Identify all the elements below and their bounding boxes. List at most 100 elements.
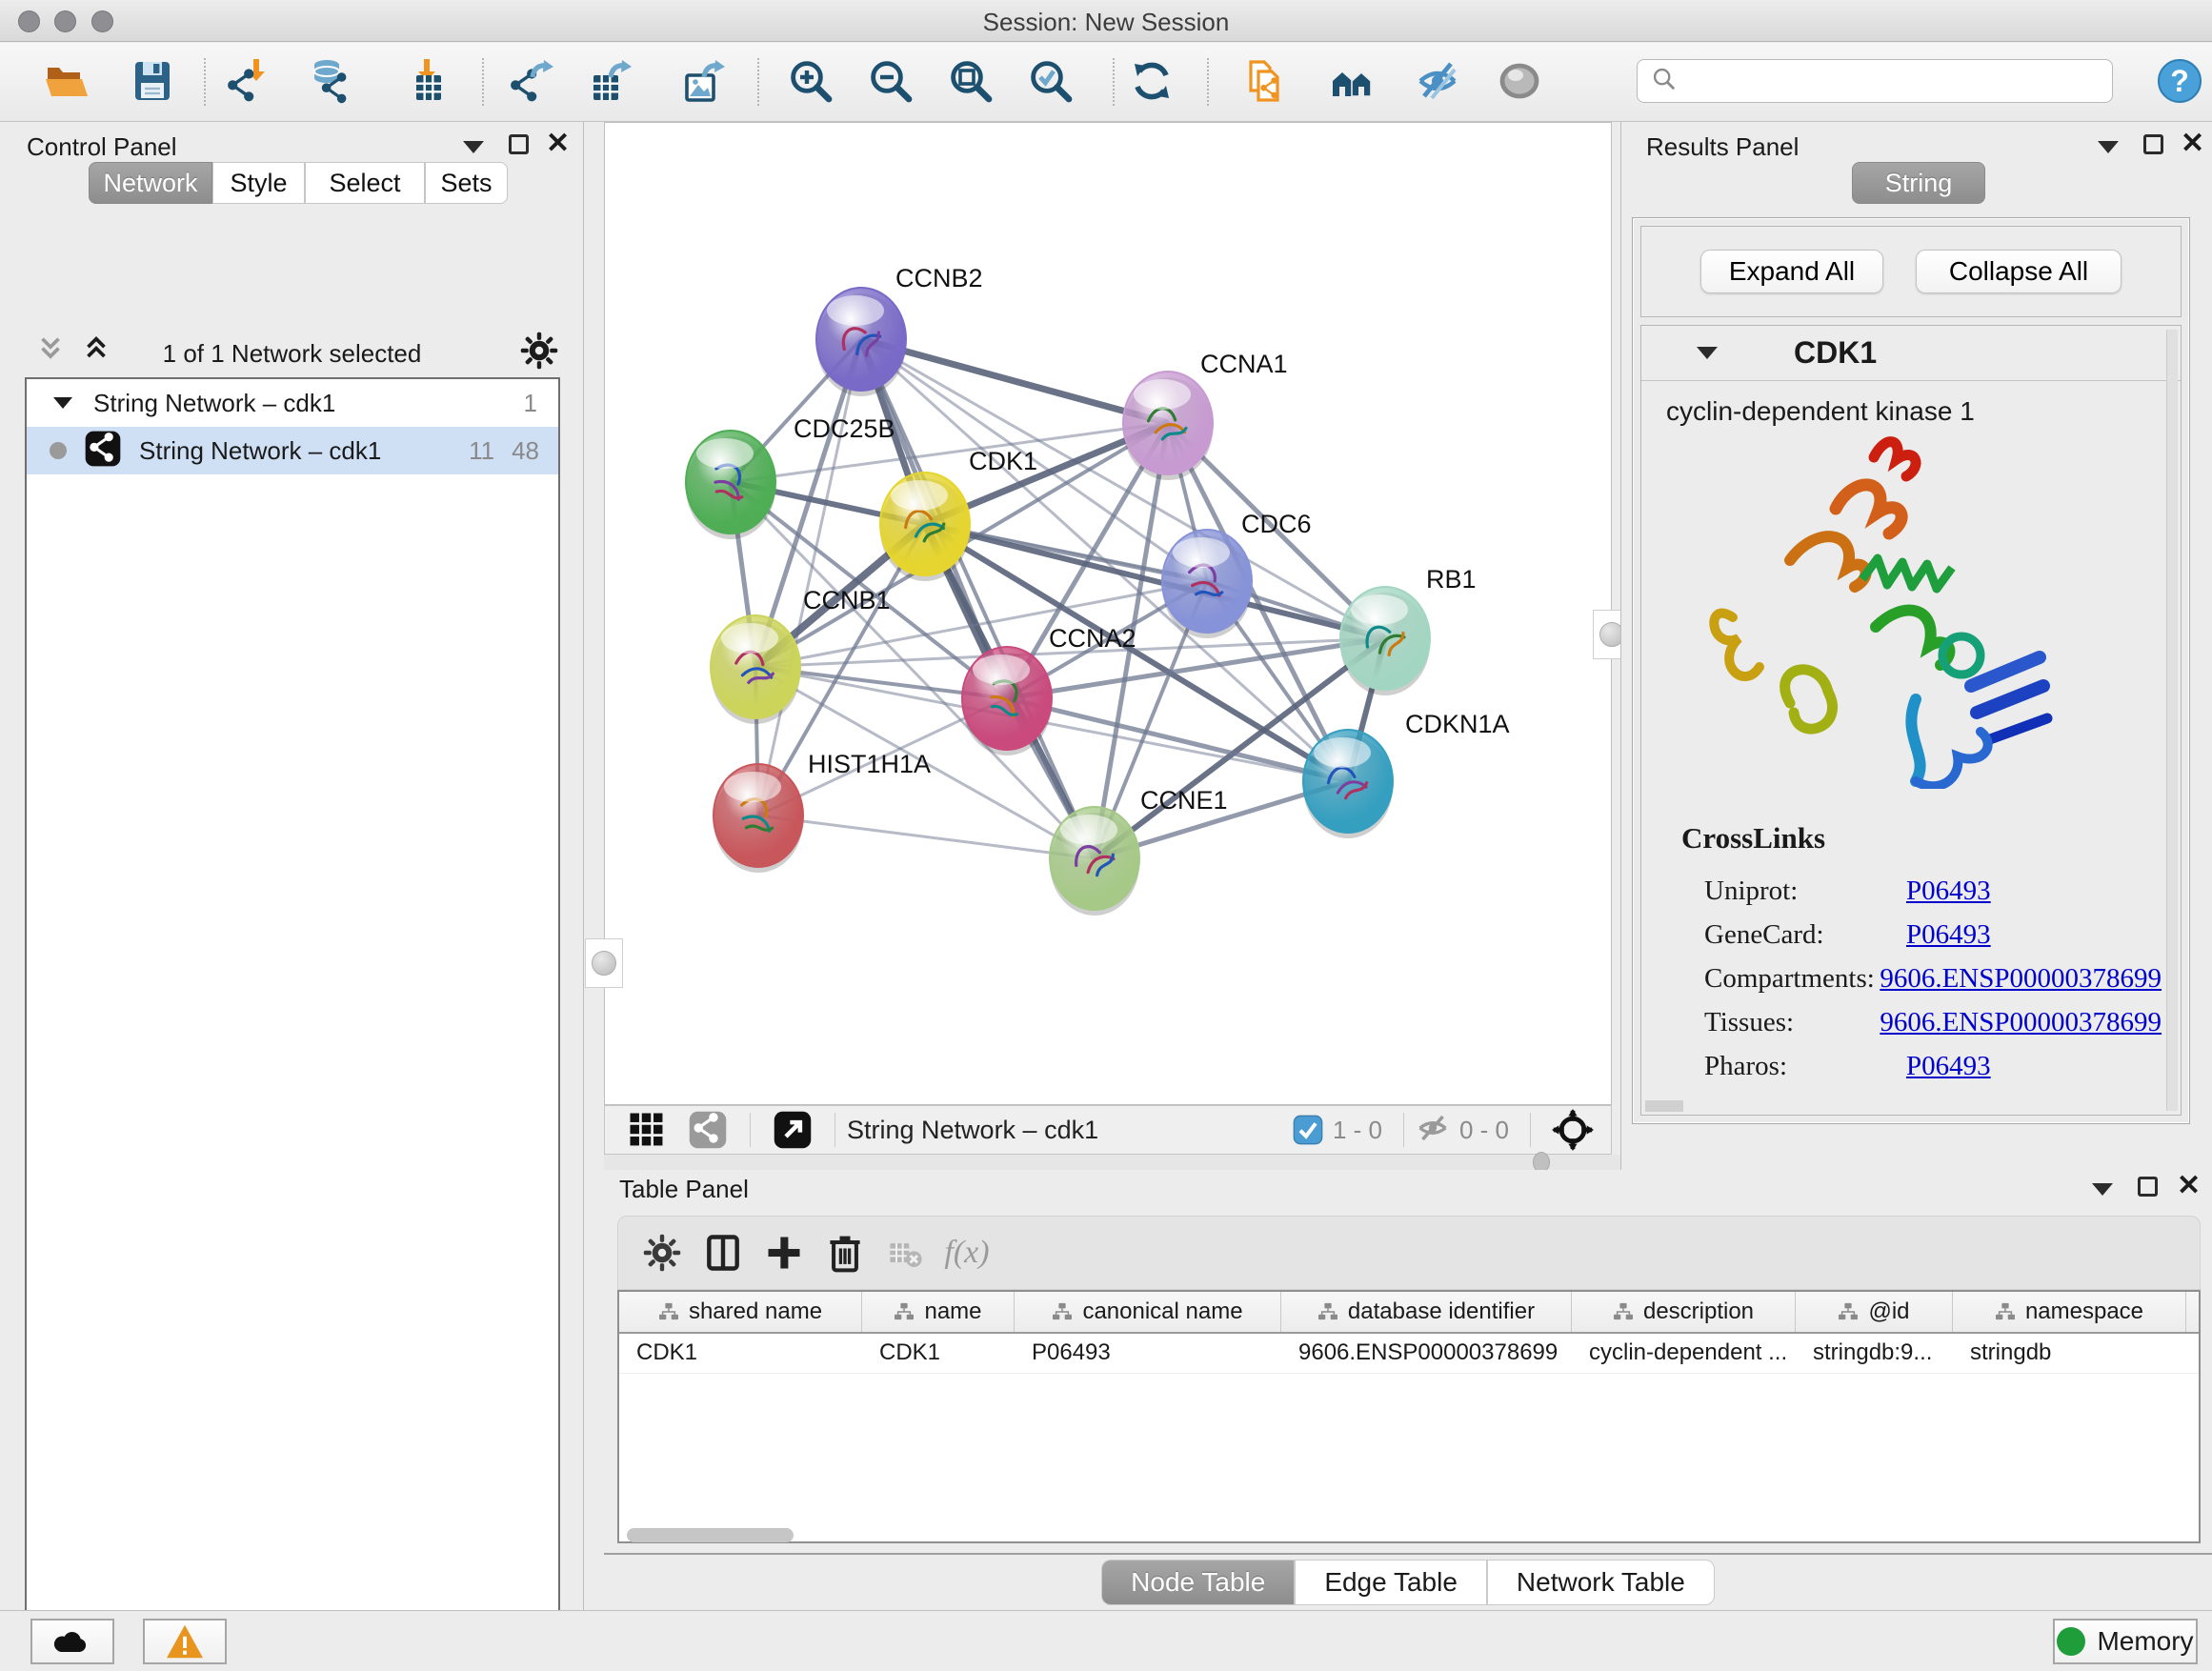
column-header-canonicalname[interactable]: canonical name [1015, 1292, 1281, 1332]
string-home-icon[interactable] [1327, 56, 1377, 106]
network-edge[interactable] [758, 815, 1095, 858]
network-node-cdc6[interactable]: CDC6 [1162, 510, 1312, 638]
show-columns-icon[interactable] [693, 1226, 754, 1279]
control-panel-float-icon[interactable] [509, 134, 529, 159]
network-row-label: String Network – cdk1 [139, 436, 452, 466]
control-panel-close-icon[interactable]: ✕ [546, 133, 570, 157]
column-header-sharedname[interactable]: shared name [619, 1292, 862, 1332]
crosslink-value-link[interactable]: 9606.ENSP00000378699 [1880, 1007, 2162, 1038]
crosslink-value-link[interactable]: P06493 [1906, 1051, 1991, 1082]
first-neighbors-icon[interactable] [1241, 56, 1291, 106]
table-cell[interactable]: 9606.ENSP00000378699 [1281, 1334, 1572, 1373]
results-horizontal-scrollbar[interactable] [1645, 1100, 1683, 1112]
table-panel-float-icon[interactable] [2138, 1177, 2158, 1201]
gene-symbol: CDK1 [1794, 335, 1877, 371]
network-overview-icon[interactable] [677, 1103, 738, 1157]
crosslink-value-link[interactable]: P06493 [1906, 876, 1991, 907]
table-horizontal-scrollbar[interactable] [627, 1528, 794, 1542]
import-network-file-icon[interactable] [225, 56, 274, 106]
tab-string[interactable]: String [1852, 162, 1985, 204]
cloud-status-button[interactable] [30, 1619, 114, 1664]
tab-network-table[interactable]: Network Table [1487, 1560, 1715, 1605]
network-node-ccnb1[interactable]: CCNB1 [711, 586, 891, 724]
table-cell[interactable]: stringdb [1953, 1334, 2186, 1373]
gene-collapse-icon[interactable] [1697, 347, 1718, 359]
results-panel-close-icon[interactable]: ✕ [2181, 133, 2204, 157]
gene-section-header[interactable]: CDK1 [1641, 326, 2181, 381]
control-panel-collapse-icon[interactable] [463, 141, 484, 158]
import-network-database-icon[interactable] [308, 56, 357, 106]
zoom-fit-icon[interactable] [946, 56, 995, 106]
network-row-selected[interactable]: String Network – cdk1 11 48 [27, 427, 558, 474]
network-edge[interactable] [861, 339, 1095, 858]
expand-all-button[interactable]: Expand All [1700, 250, 1883, 293]
column-header-description[interactable]: description [1572, 1292, 1796, 1332]
tab-sets[interactable]: Sets [425, 162, 508, 204]
network-edge[interactable] [758, 339, 861, 815]
refresh-icon[interactable] [1127, 56, 1176, 106]
table-panel-collapse-icon[interactable] [2092, 1183, 2113, 1200]
tree-expand-icon[interactable] [53, 397, 72, 409]
detach-view-icon[interactable] [762, 1103, 823, 1157]
tab-style[interactable]: Style [212, 162, 305, 204]
table-panel-close-icon[interactable]: ✕ [2177, 1176, 2201, 1199]
table-options-gear-icon[interactable] [632, 1226, 693, 1279]
zoom-out-icon[interactable] [866, 56, 915, 106]
table-cell[interactable]: P06493 [1015, 1334, 1281, 1373]
export-table-icon[interactable] [586, 56, 635, 106]
open-session-icon[interactable] [42, 56, 91, 106]
warning-status-button[interactable] [143, 1619, 227, 1664]
delete-column-icon[interactable] [814, 1226, 875, 1279]
column-header-id[interactable]: @id [1796, 1292, 1953, 1332]
crosslink-label: Tissues: [1704, 1007, 1880, 1038]
crosslink-value-link[interactable]: 9606.ENSP00000378699 [1880, 963, 2162, 995]
column-header-databaseidentifier[interactable]: database identifier [1281, 1292, 1572, 1332]
network-node-ccne1[interactable]: CCNE1 [1050, 786, 1228, 916]
save-session-icon[interactable] [128, 56, 177, 106]
export-network-icon[interactable] [508, 56, 557, 106]
search-icon [1651, 66, 1678, 97]
import-table-icon[interactable] [397, 56, 447, 106]
collapse-all-button[interactable]: Collapse All [1916, 250, 2122, 293]
network-node-ccnb2[interactable]: CCNB2 [816, 264, 983, 396]
results-panel-float-icon[interactable] [2143, 134, 2163, 159]
network-view-canvas[interactable]: CCNB2 CCNA1 CDC25B CDK1 [604, 122, 1612, 1105]
control-panel: Control Panel ✕ NetworkStyleSelectSets 1… [0, 122, 584, 1610]
table-cell[interactable]: CDK1 [862, 1334, 1015, 1373]
export-image-icon[interactable] [679, 56, 729, 106]
table-row[interactable]: CDK1CDK1P064939606.ENSP00000378699cyclin… [619, 1334, 2199, 1374]
zoom-in-icon[interactable] [786, 56, 835, 106]
zoom-selected-icon[interactable] [1026, 56, 1076, 106]
birds-eye-view-icon[interactable] [616, 1103, 677, 1157]
tab-select[interactable]: Select [305, 162, 425, 204]
table-panel: Table Panel ✕ f(x) shared namenamecanoni… [604, 1170, 2212, 1610]
left-splitter-handle[interactable] [585, 938, 623, 988]
network-node-cdkn1a[interactable]: CDKN1A [1303, 710, 1510, 838]
crosslink-label: GeneCard: [1704, 919, 1906, 951]
table-cell[interactable]: stringdb:9... [1796, 1334, 1953, 1373]
fit-selected-icon[interactable] [1542, 1103, 1603, 1157]
hide-panels-icon[interactable] [1413, 56, 1462, 106]
network-node-rb1[interactable]: RB1 [1340, 565, 1477, 695]
create-column-icon[interactable] [754, 1226, 814, 1279]
column-header-namespace[interactable]: namespace [1953, 1292, 2186, 1332]
network-node-cdc25b[interactable]: CDC25B [686, 414, 895, 539]
tab-node-table[interactable]: Node Table [1101, 1560, 1295, 1605]
network-options-gear-icon[interactable] [518, 330, 560, 376]
results-vertical-scrollbar[interactable] [2166, 330, 2178, 1111]
search-field[interactable] [1637, 59, 2113, 103]
column-header-name[interactable]: name [862, 1292, 1015, 1332]
help-button[interactable]: ? [2155, 56, 2204, 106]
tab-network[interactable]: Network [89, 162, 212, 204]
network-node-hist1h1a[interactable]: HIST1H1A [714, 750, 931, 873]
results-panel-collapse-icon[interactable] [2098, 141, 2119, 158]
crosslink-row: GeneCard: P06493 [1704, 913, 2162, 956]
network-collection-row[interactable]: String Network – cdk1 1 [27, 379, 558, 427]
search-input[interactable] [1687, 62, 2112, 100]
selected-checkbox-icon[interactable] [1293, 1115, 1323, 1145]
table-cell[interactable]: CDK1 [619, 1334, 862, 1373]
crosslink-value-link[interactable]: P06493 [1906, 919, 1991, 951]
memory-button[interactable]: Memory [2053, 1619, 2198, 1664]
table-cell[interactable]: cyclin-dependent ... [1572, 1334, 1796, 1373]
tab-edge-table[interactable]: Edge Table [1295, 1560, 1487, 1605]
